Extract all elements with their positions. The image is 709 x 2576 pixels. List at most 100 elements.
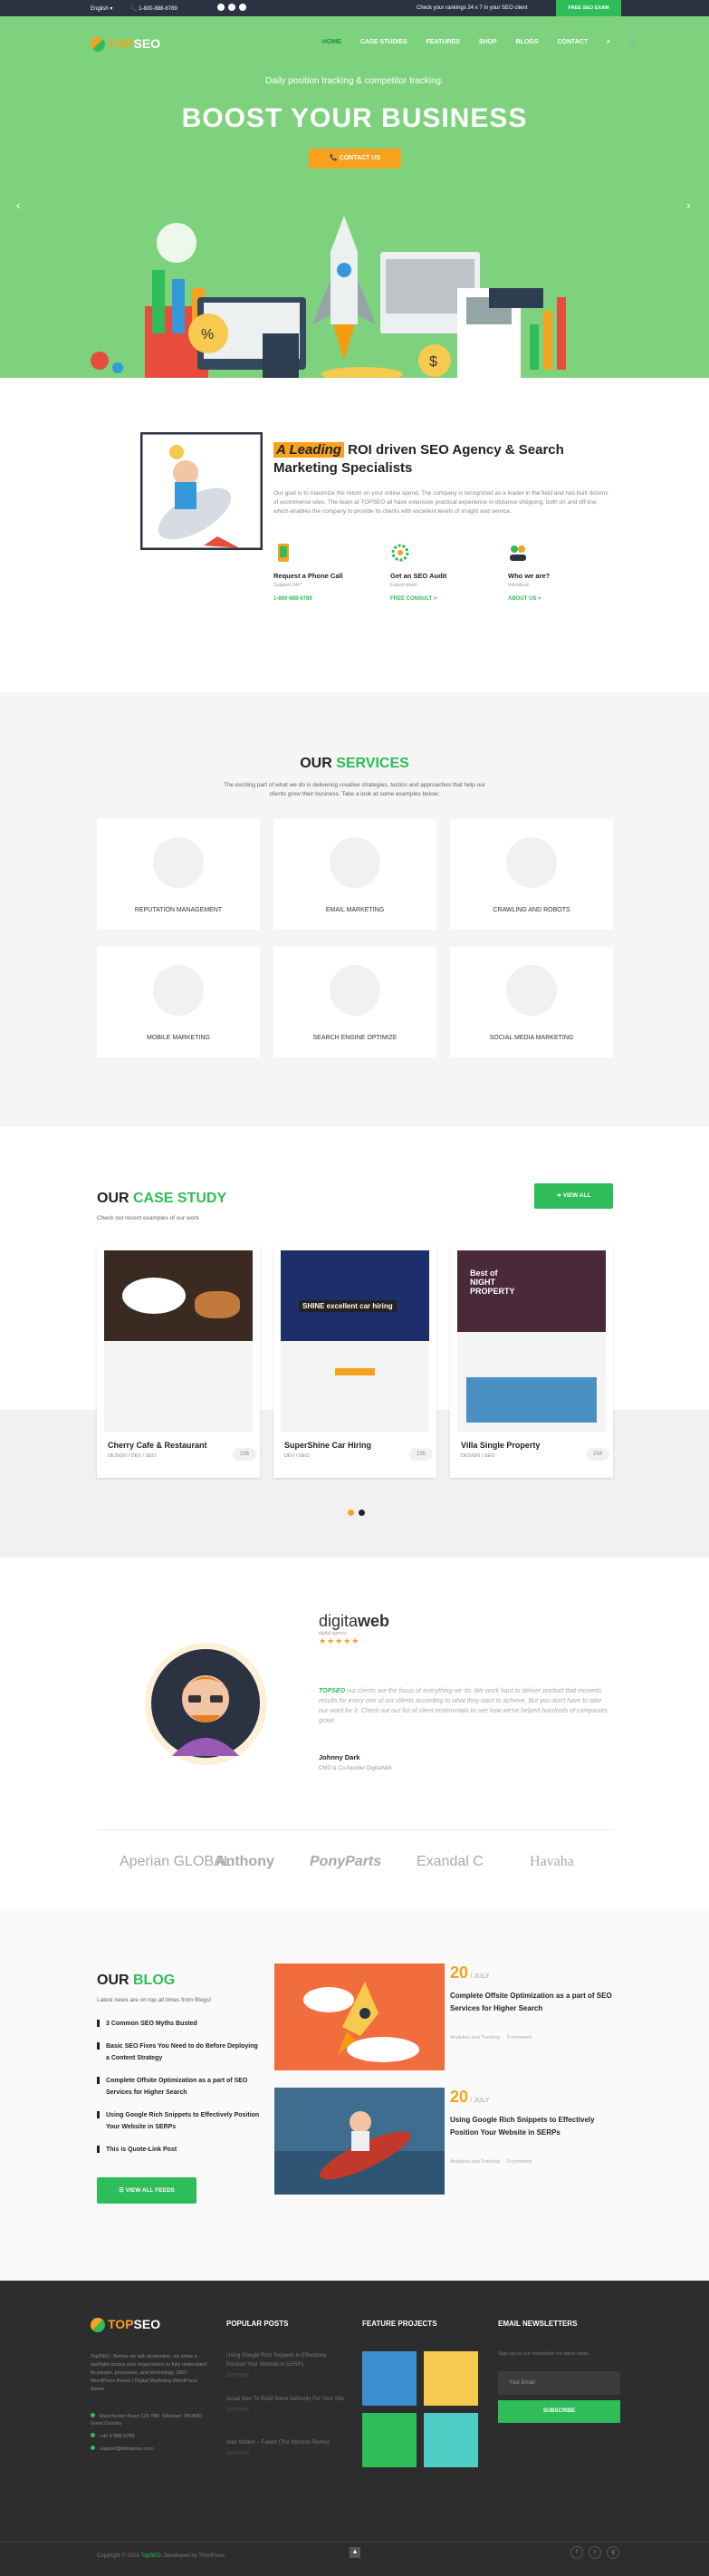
feature-phone-call: Request a Phone Call Support 24/7 1-800-8… bbox=[273, 543, 382, 602]
google-plus-icon[interactable]: g bbox=[607, 2546, 619, 2559]
nav-shop[interactable]: SHOP bbox=[479, 39, 497, 45]
footer-post[interactable]: Great Men To Build Some Authority For Yo… bbox=[226, 2395, 344, 2415]
post-day: 20 bbox=[450, 2088, 469, 2106]
view-all-feeds-button[interactable]: ☰ VIEW ALL FEEDS bbox=[97, 2177, 196, 2204]
contact-us-button[interactable]: 📞 CONTACT US bbox=[309, 149, 401, 169]
footer-logo[interactable]: TOPSEO bbox=[91, 2317, 160, 2333]
post-image-rocket[interactable] bbox=[274, 1963, 445, 2070]
slider-next-icon[interactable]: › bbox=[686, 198, 691, 212]
project-image: Best of NIGHT PROPERTY bbox=[457, 1250, 606, 1432]
blog-list-item[interactable]: Using Google Rich Snippets to Effectivel… bbox=[97, 2109, 260, 2133]
hero-subtitle: Daily position tracking & competitor tra… bbox=[265, 76, 444, 86]
mail-icon bbox=[91, 2446, 95, 2450]
project-name[interactable]: Cherry Cafe & Restaurant bbox=[108, 1441, 207, 1450]
project-image bbox=[104, 1250, 253, 1432]
project-card[interactable]: Best of NIGHT PROPERTY Villa Single Prop… bbox=[450, 1247, 613, 1478]
project-card[interactable]: SHINE excellent car hiring SuperShine Ca… bbox=[273, 1247, 436, 1478]
search-icon[interactable]: ⌕ bbox=[607, 39, 610, 46]
nav-features[interactable]: FEATURES bbox=[426, 39, 460, 45]
client-logo[interactable]: PonyParts bbox=[310, 1854, 381, 1870]
project-count: 235 bbox=[409, 1448, 433, 1461]
cart-icon[interactable]: 🛒 bbox=[629, 38, 637, 45]
twitter-icon[interactable]: t bbox=[589, 2546, 601, 2559]
service-card-crawling[interactable]: CRAWLING AND ROBOTS bbox=[450, 819, 613, 930]
popular-posts-heading: POPULAR POSTS bbox=[226, 2320, 289, 2328]
blog-list-item[interactable]: 3 Common SEO Myths Busted bbox=[97, 2018, 260, 2030]
blog-subtitle: Latest news are on top all times from Bl… bbox=[97, 1997, 212, 2003]
client-logo[interactable]: Anthony bbox=[216, 1854, 274, 1870]
view-all-button[interactable]: ➜ VIEW ALL bbox=[534, 1183, 613, 1209]
blog-list-item[interactable]: This is Quote-Link Post bbox=[97, 2144, 260, 2156]
phone-link[interactable]: 1-800-888-6789 bbox=[273, 596, 382, 602]
service-card-mobile[interactable]: MOBILE MARKETING bbox=[97, 947, 260, 1057]
client-brand-logo: digitaweb digital agency bbox=[319, 1612, 390, 1636]
blog-list-item[interactable]: Complete Offsite Optimization as a part … bbox=[97, 2075, 260, 2098]
main-nav: HOME CASE STUDIES FEATURES SHOP BLOGS CO… bbox=[322, 38, 655, 46]
footer-email[interactable]: support@thimpress.com bbox=[91, 2446, 208, 2453]
envelope-icon bbox=[153, 837, 204, 888]
footer-project-thumb[interactable] bbox=[424, 2351, 478, 2406]
free-seo-exam-button[interactable]: FREE SEO EXAM bbox=[556, 0, 621, 16]
footer: TOPSEO TopSEO - Before we talk destinati… bbox=[0, 2281, 709, 2576]
about-section: A Leading ROI driven SEO Agency & Search… bbox=[0, 378, 709, 692]
topbar-phone[interactable]: 📞 1-800-888-6789 bbox=[130, 5, 177, 12]
post-title[interactable]: Complete Offsite Optimization as a part … bbox=[450, 1990, 618, 2015]
post-image-rocketman[interactable] bbox=[274, 2088, 445, 2195]
phone-icon bbox=[278, 544, 289, 562]
post-meta: Analytics and Tracking 0 comment bbox=[450, 2159, 532, 2165]
newsletter-heading: EMAIL NEWSLETTERS bbox=[498, 2320, 578, 2328]
footer-phone[interactable]: +46 8 888 6789 bbox=[91, 2433, 208, 2440]
nav-home[interactable]: HOME bbox=[322, 39, 341, 45]
blog-post: 20 / JULY Complete Offsite Optimization … bbox=[450, 1963, 618, 2041]
skype-icon[interactable] bbox=[239, 4, 246, 11]
bullet-icon bbox=[97, 2111, 100, 2119]
project-count: 236 bbox=[233, 1448, 256, 1461]
bullet-icon bbox=[97, 2146, 100, 2154]
project-card[interactable]: Cherry Cafe & Restaurant DESIGN / DEV / … bbox=[97, 1247, 260, 1478]
project-name[interactable]: Villa Single Property bbox=[461, 1441, 540, 1450]
hero-section: TOPSEO HOME CASE STUDIES FEATURES SHOP B… bbox=[0, 16, 709, 378]
project-category: DESIGN / DEV / SEO bbox=[108, 1453, 157, 1459]
post-title[interactable]: Using Google Rich Snippets to Effectivel… bbox=[450, 2114, 618, 2139]
service-card-social[interactable]: SOCIAL MEDIA MARKETING bbox=[450, 947, 613, 1057]
svg-text:$: $ bbox=[429, 354, 437, 370]
post-meta: Analytics and Tracking 0 comment bbox=[450, 2035, 532, 2041]
blog-section: OUR BLOG Latest news are on top all time… bbox=[0, 1909, 709, 2281]
carousel-dot-active[interactable] bbox=[348, 1510, 354, 1516]
coffee-cup-icon bbox=[122, 1278, 186, 1314]
client-logo[interactable]: Exandal C bbox=[417, 1854, 484, 1870]
twitter-icon[interactable] bbox=[228, 4, 235, 11]
project-name[interactable]: SuperShine Car Hiring bbox=[284, 1441, 371, 1450]
feature-projects-heading: FEATURE PROJECTS bbox=[362, 2320, 437, 2328]
nav-case-studies[interactable]: CASE STUDIES bbox=[360, 39, 407, 45]
language-select[interactable]: English ▾ bbox=[91, 5, 112, 12]
shot-building bbox=[466, 1377, 597, 1423]
back-to-top-icon[interactable]: ▲ bbox=[350, 2547, 360, 2558]
newsletter-email-input[interactable]: Your Email bbox=[498, 2371, 620, 2395]
nav-contact[interactable]: CONTACT bbox=[557, 39, 588, 45]
phone-icon bbox=[91, 2433, 95, 2437]
service-card-reputation[interactable]: REPUTATION MANAGEMENT bbox=[97, 819, 260, 930]
slider-prev-icon[interactable]: ‹ bbox=[16, 198, 21, 212]
carousel-dot[interactable] bbox=[359, 1510, 365, 1516]
footer-address: Manchester Road 123-78B, Silictown 7854M… bbox=[91, 2413, 204, 2426]
footer-post[interactable]: Alan Walker – Faded (The Winston Remix) 2… bbox=[226, 2438, 344, 2458]
client-logo[interactable]: Havaha bbox=[530, 1854, 574, 1870]
facebook-icon[interactable] bbox=[217, 4, 225, 11]
footer-post[interactable]: Using Google Rich Snippets to Effectivel… bbox=[226, 2351, 344, 2380]
service-card-email[interactable]: EMAIL MARKETING bbox=[273, 819, 436, 930]
service-card-seo[interactable]: SEARCH ENGINE OPTIMIZE bbox=[273, 947, 436, 1057]
footer-project-thumb[interactable] bbox=[362, 2351, 417, 2406]
shot-button bbox=[335, 1368, 375, 1375]
about-us-link[interactable]: ABOUT US > bbox=[508, 596, 617, 602]
avatar-illustration bbox=[151, 1649, 260, 1758]
subscribe-button[interactable]: SUBSCRIBE bbox=[498, 2400, 620, 2423]
nav-blogs[interactable]: BLOGS bbox=[516, 39, 539, 45]
footer-project-thumb[interactable] bbox=[424, 2413, 478, 2467]
footer-project-thumb[interactable] bbox=[362, 2413, 417, 2467]
blog-list-item[interactable]: Basic SEO Fixes You Need to do Before De… bbox=[97, 2041, 260, 2064]
facebook-icon[interactable]: f bbox=[570, 2546, 583, 2559]
project-count: 234 bbox=[586, 1448, 609, 1461]
free-consult-link[interactable]: FREE CONSULT > bbox=[390, 596, 499, 602]
site-logo[interactable]: TOPSEO bbox=[91, 36, 160, 53]
